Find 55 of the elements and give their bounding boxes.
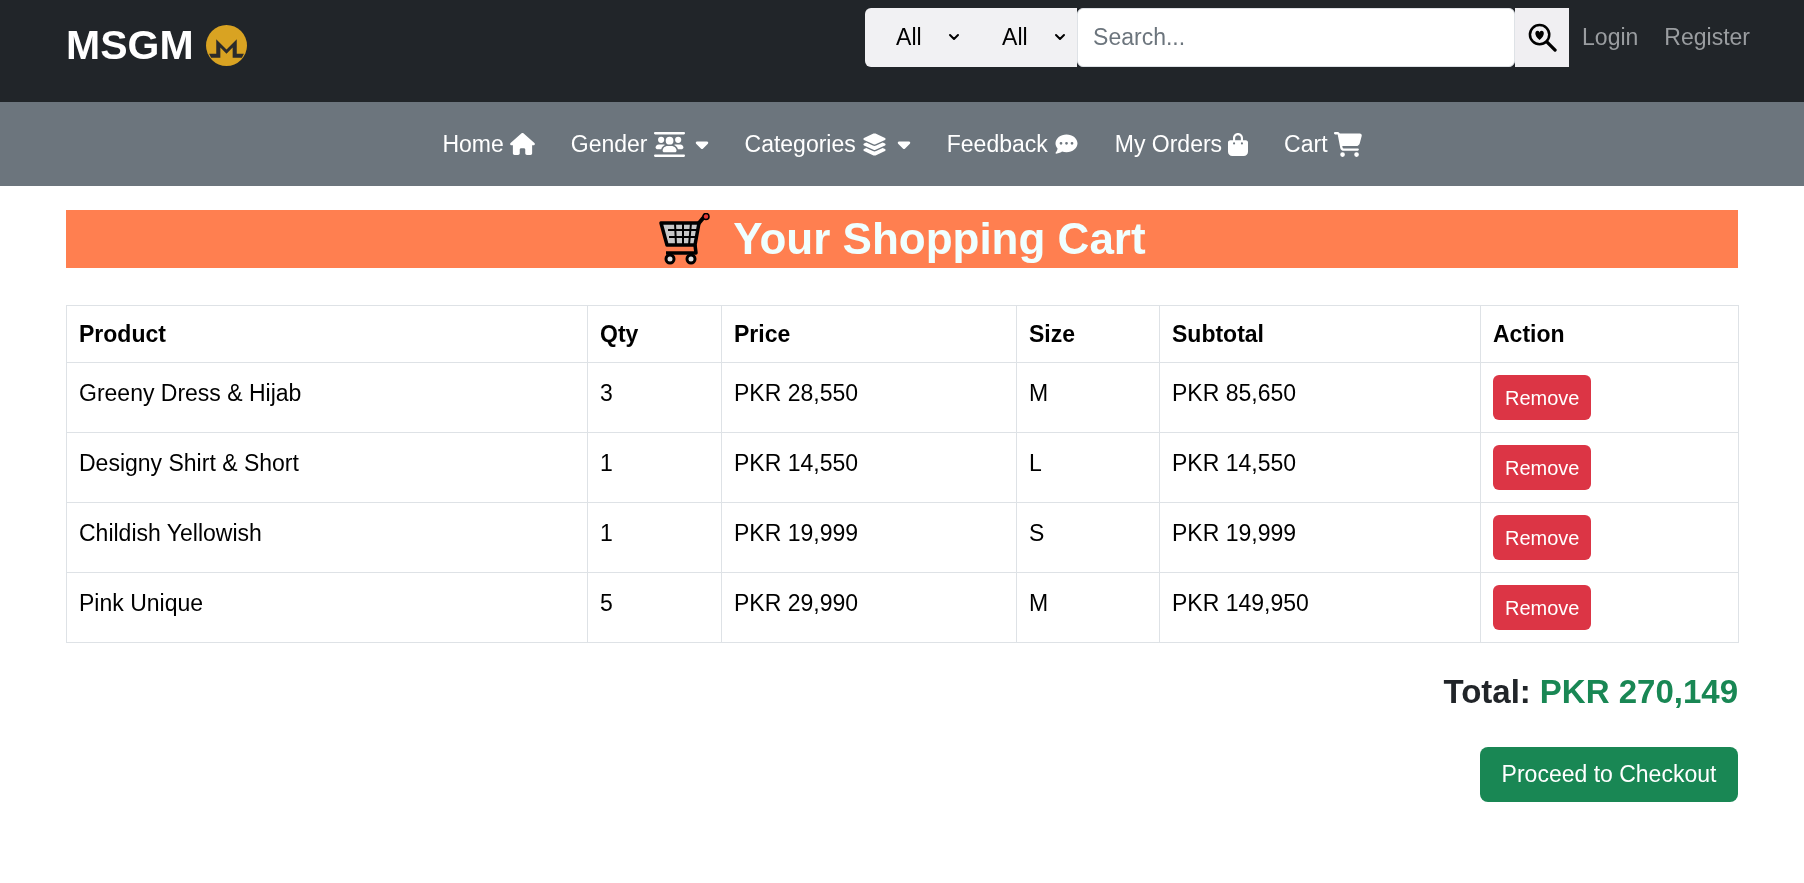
remove-button[interactable]: Remove — [1493, 515, 1592, 560]
nav-item[interactable]: Gender — [570, 126, 709, 162]
page-title: Your Shopping Cart — [733, 213, 1146, 265]
shopping-bag-icon — [1228, 132, 1249, 156]
people-icon — [653, 131, 685, 157]
nav-item[interactable]: Feedback — [946, 126, 1079, 162]
table-cell: 1 — [587, 502, 722, 573]
layers-icon — [861, 132, 887, 156]
column-header: Action — [1480, 305, 1739, 363]
search-button[interactable] — [1515, 7, 1570, 67]
column-header: Size — [1016, 305, 1160, 363]
table-cell: Pink Unique — [66, 572, 588, 643]
speech-bubble-icon — [1053, 133, 1079, 155]
remove-button[interactable]: Remove — [1493, 445, 1592, 490]
filter-select[interactable]: All — [971, 7, 1078, 67]
table-cell: Childish Yellowish — [66, 502, 588, 573]
filter-select[interactable]: All — [865, 7, 972, 67]
table-cell: PKR 28,550 — [721, 362, 1017, 433]
table-cell: PKR 85,650 — [1159, 362, 1481, 433]
nav-item[interactable]: Categories — [744, 126, 911, 162]
column-header: Subtotal — [1159, 305, 1481, 363]
nav-link[interactable]: Register — [1664, 19, 1750, 55]
search-field[interactable]: Search... — [1077, 7, 1516, 67]
table-cell: 1 — [587, 432, 722, 503]
column-header: Product — [66, 305, 588, 363]
total-amount: PKR 270,149 — [1539, 672, 1738, 712]
nav-item[interactable]: My Orders — [1114, 126, 1249, 162]
nav-link[interactable]: Login — [1582, 19, 1639, 55]
table-cell: S — [1016, 502, 1160, 573]
table-cell: PKR 19,999 — [1159, 502, 1481, 573]
table-cell: M — [1016, 362, 1160, 433]
remove-button[interactable]: Remove — [1493, 375, 1592, 420]
column-header: Price — [721, 305, 1017, 363]
table-cell: PKR 149,950 — [1159, 572, 1481, 643]
table-cell: Greeny Dress & Hijab — [66, 362, 588, 433]
table-cell: PKR 19,999 — [721, 502, 1017, 573]
table-cell: 5 — [587, 572, 722, 643]
brand-name[interactable]: MSGM — [66, 24, 194, 66]
home-icon — [509, 133, 535, 155]
nav-item[interactable]: Cart — [1284, 126, 1362, 162]
table-cell: PKR 14,550 — [1159, 432, 1481, 503]
table-cell: M — [1016, 572, 1160, 643]
nav-item[interactable]: Home — [442, 126, 535, 162]
table-cell: PKR 14,550 — [721, 432, 1017, 503]
table-cell: 3 — [587, 362, 722, 433]
table-cell: L — [1016, 432, 1160, 503]
checkout-button[interactable]: Proceed to Checkout — [1480, 747, 1738, 802]
total-label: Total: — [1443, 672, 1531, 712]
column-header: Qty — [587, 305, 722, 363]
cart-icon — [1333, 131, 1362, 157]
table-cell: Designy Shirt & Short — [66, 432, 588, 503]
search-icon — [1527, 22, 1557, 52]
remove-button[interactable]: Remove — [1493, 585, 1592, 630]
table-cell: PKR 29,990 — [721, 572, 1017, 643]
m-coin-icon — [205, 24, 247, 66]
